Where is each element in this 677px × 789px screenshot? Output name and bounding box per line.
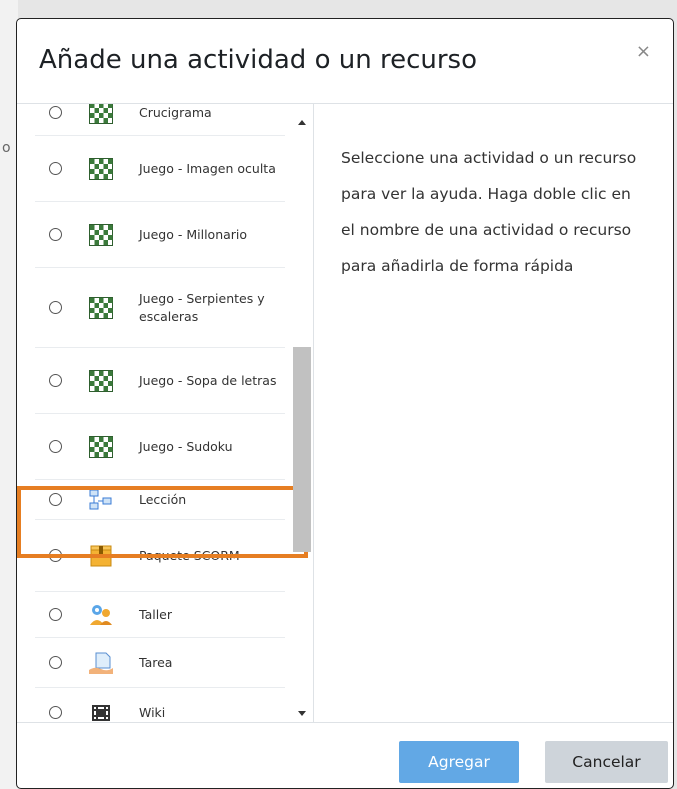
activity-radio[interactable] xyxy=(49,300,62,314)
scroll-up-arrow-icon[interactable] xyxy=(298,120,306,125)
backdrop-text-fragment: o xyxy=(2,140,11,156)
activity-item[interactable]: Juego - Millonario xyxy=(17,202,293,268)
lesson-flowchart-icon xyxy=(89,489,113,511)
activity-radio[interactable] xyxy=(49,548,62,562)
activity-radio[interactable] xyxy=(49,105,62,119)
activity-item[interactable]: Juego - Imagen oculta xyxy=(17,136,293,202)
modal-title: Añade una actividad o un recurso xyxy=(39,45,478,75)
activity-list: Crucigrama Juego - Imagen oculta Juego - M… xyxy=(17,104,293,722)
activity-item-row[interactable]: Paquete SCORM xyxy=(35,520,285,592)
activity-item[interactable]: Wiki xyxy=(17,688,293,722)
activity-item[interactable]: Tarea xyxy=(17,638,293,688)
activity-list-pane[interactable]: Crucigrama Juego - Imagen oculta Juego - M… xyxy=(17,104,314,722)
activity-item[interactable]: Lección xyxy=(17,480,293,520)
activity-radio[interactable] xyxy=(49,607,62,621)
activity-item[interactable]: Juego - Sudoku xyxy=(17,414,293,480)
activity-item-row[interactable]: Juego - Imagen oculta xyxy=(35,136,285,202)
close-icon[interactable]: × xyxy=(636,43,651,61)
help-text: Seleccione una actividad o un recurso pa… xyxy=(341,149,637,275)
activity-item-row[interactable]: Lección xyxy=(35,480,285,520)
activity-radio[interactable] xyxy=(49,161,62,175)
activity-item[interactable]: Crucigrama xyxy=(17,104,293,136)
activity-radio[interactable] xyxy=(49,705,62,719)
activity-item-label: Taller xyxy=(139,606,173,622)
activity-item-label: Juego - Serpientes y escaleras xyxy=(139,290,265,324)
activity-item[interactable]: Juego - Serpientes y escaleras xyxy=(17,268,293,348)
activity-item[interactable]: Taller xyxy=(17,592,293,638)
modal-footer: Agregar Cancelar xyxy=(17,722,673,788)
modal-body: Crucigrama Juego - Imagen oculta Juego - M… xyxy=(17,104,673,722)
activity-item-row[interactable]: Crucigrama xyxy=(35,104,285,136)
assignment-hand-icon xyxy=(89,652,113,674)
game-grid-icon xyxy=(89,157,113,180)
activity-item-label: Juego - Sopa de letras xyxy=(139,372,277,388)
activity-radio[interactable] xyxy=(49,373,62,387)
activity-item-row[interactable]: Juego - Serpientes y escaleras xyxy=(35,268,285,348)
activity-item-label: Juego - Imagen oculta xyxy=(139,160,276,176)
activity-item-label: Juego - Sudoku xyxy=(139,438,233,454)
activity-item[interactable]: Juego - Sopa de letras xyxy=(17,348,293,414)
activity-item-row[interactable]: Juego - Millonario xyxy=(35,202,285,268)
scorm-package-icon xyxy=(89,545,113,567)
modal-header: Añade una actividad o un recurso × xyxy=(17,19,673,104)
activity-item-row[interactable]: Juego - Sudoku xyxy=(35,414,285,480)
add-button[interactable]: Agregar xyxy=(399,741,519,783)
workshop-people-icon xyxy=(89,604,113,626)
activity-item-label: Lección xyxy=(139,491,187,507)
activity-radio[interactable] xyxy=(49,227,62,241)
activity-item-label: Crucigrama xyxy=(139,104,212,120)
activity-item-row[interactable]: Juego - Sopa de letras xyxy=(35,348,285,414)
activity-item-row[interactable]: Wiki xyxy=(35,688,285,722)
list-scrollbar[interactable] xyxy=(293,104,311,722)
activity-item-row[interactable]: Tarea xyxy=(35,638,285,688)
activity-item[interactable]: Paquete SCORM xyxy=(17,520,293,592)
activity-item-row[interactable]: Taller xyxy=(35,592,285,638)
wiki-knot-icon xyxy=(89,702,113,723)
activity-item-label: Tarea xyxy=(139,654,173,670)
activity-item-label: Paquete SCORM xyxy=(139,547,240,563)
scroll-thumb[interactable] xyxy=(293,347,311,552)
game-grid-icon xyxy=(89,369,113,392)
activity-radio[interactable] xyxy=(49,492,62,506)
activity-item-label: Wiki xyxy=(139,704,166,720)
scroll-down-arrow-icon[interactable] xyxy=(298,711,306,716)
cancel-button[interactable]: Cancelar xyxy=(545,741,668,783)
game-grid-icon xyxy=(89,104,113,124)
activity-radio[interactable] xyxy=(49,655,62,669)
activity-radio[interactable] xyxy=(49,439,62,453)
game-grid-icon xyxy=(89,435,113,458)
game-grid-icon xyxy=(89,223,113,246)
activity-item-label: Juego - Millonario xyxy=(139,226,248,242)
add-activity-modal: Añade una actividad o un recurso × Cruci… xyxy=(16,18,674,789)
game-grid-icon xyxy=(89,296,113,319)
